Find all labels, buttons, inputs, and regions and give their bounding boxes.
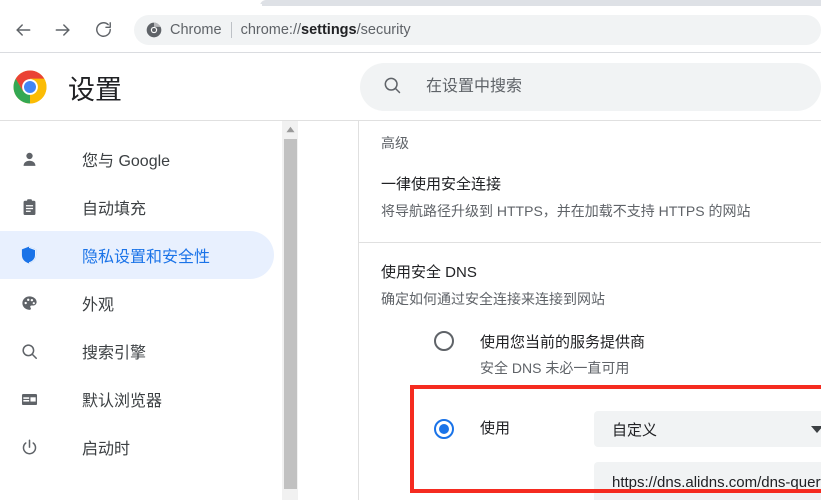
dns-provider-select-value: 自定义 [612, 421, 658, 439]
tab-strip-fill [260, 0, 821, 6]
url-strong-segment: settings [301, 21, 357, 38]
sidebar-item-default-browser[interactable]: 默认浏览器 [0, 375, 274, 423]
sidebar-item-label: 隐私设置和安全性 [82, 249, 211, 266]
scrollbar-thumb[interactable] [284, 139, 297, 489]
dns-custom-prefix-label: 使用 [480, 420, 511, 437]
sidebar-item-autofill[interactable]: 自动填充 [0, 183, 274, 231]
chrome-chip-label: Chrome [170, 21, 222, 38]
sidebar-scrollbar[interactable] [282, 121, 298, 500]
sidebar-item-you-and-google[interactable]: 您与 Google [0, 135, 274, 183]
scroll-up-arrow-icon[interactable] [283, 121, 298, 137]
omnibox-divider [230, 21, 232, 38]
address-bar[interactable]: Chrome chrome://settings/security [134, 14, 821, 45]
sidebar-item-on-startup[interactable]: 启动时 [0, 423, 274, 471]
sidebar-item-label: 外观 [82, 297, 115, 314]
dns-option-custom[interactable]: 使用 自定义 https://dns.alidns.com/dns-query [434, 411, 821, 500]
search-input[interactable] [424, 77, 758, 97]
secure-dns-subtitle: 确定如何通过安全连接来连接到网站 [381, 291, 605, 307]
search-icon [382, 75, 402, 100]
page-title: 设置 [68, 74, 122, 105]
url-suffix: /security [356, 21, 411, 38]
sidebar-item-privacy-and-security[interactable]: 隐私设置和安全性 [0, 231, 274, 279]
search-icon [19, 341, 39, 361]
back-button[interactable] [6, 13, 40, 47]
power-icon [19, 437, 39, 457]
https-only-title: 一律使用安全连接 [381, 176, 502, 193]
security-settings-pane: 高级 一律使用安全连接 将导航路径升级到 HTTPS，并在加载不支持 HTTPS… [359, 121, 821, 500]
row-divider [359, 242, 821, 243]
sidebar-item-label: 默认浏览器 [82, 393, 163, 410]
secure-dns-row: 使用安全 DNS 确定如何通过安全连接来连接到网站 [359, 261, 821, 309]
radio-custom-provider[interactable] [434, 419, 454, 439]
url-prefix: chrome:// [240, 21, 302, 38]
reload-icon [94, 20, 113, 39]
browser-toolbar: Chrome chrome://settings/security [0, 7, 821, 53]
person-icon [19, 149, 39, 169]
sidebar-item-label: 搜索引擎 [82, 345, 147, 362]
shield-icon [19, 245, 39, 265]
https-only-subtitle: 将导航路径升级到 HTTPS，并在加载不支持 HTTPS 的网站 [381, 203, 751, 219]
dns-option-current-provider[interactable]: 使用您当前的服务提供商 安全 DNS 未必一直可用 [434, 331, 645, 378]
chrome-logo-icon [12, 69, 48, 105]
https-only-row[interactable]: 一律使用安全连接 将导航路径升级到 HTTPS，并在加载不支持 HTTPS 的网… [359, 173, 821, 221]
sidebar-item-label: 您与 Google [82, 153, 171, 170]
dns-provider-select[interactable]: 自定义 [594, 411, 821, 447]
address-bar-url: chrome://settings/security [241, 22, 411, 38]
dns-current-provider-label: 使用您当前的服务提供商 [480, 334, 646, 351]
secure-dns-title: 使用安全 DNS [381, 264, 477, 281]
advanced-section-label: 高级 [381, 135, 409, 151]
settings-content: 您与 Google 自动填充 隐私设置和安全性 外观 搜索引擎 默认浏览器 启动… [0, 120, 821, 500]
radio-current-provider[interactable] [434, 331, 454, 351]
chrome-logo-icon [146, 22, 162, 38]
clipboard-icon [19, 197, 39, 217]
reload-button[interactable] [86, 13, 120, 47]
dns-custom-url-value: https://dns.alidns.com/dns-query [612, 473, 821, 491]
tab-strip [0, 0, 821, 7]
chrome-chip: Chrome [146, 21, 241, 38]
back-arrow-icon [13, 20, 33, 40]
sidebar-item-appearance[interactable]: 外观 [0, 279, 274, 327]
sidebar-item-search-engine[interactable]: 搜索引擎 [0, 327, 274, 375]
sidebar-item-label: 启动时 [82, 441, 131, 458]
settings-search-box[interactable] [360, 63, 821, 111]
forward-arrow-icon [53, 20, 73, 40]
chevron-down-icon [811, 425, 821, 433]
dns-custom-url-input[interactable]: https://dns.alidns.com/dns-query [594, 462, 821, 500]
forward-button[interactable] [46, 13, 80, 47]
settings-sidebar: 您与 Google 自动填充 隐私设置和安全性 外观 搜索引擎 默认浏览器 启动… [0, 121, 282, 500]
browser-window-icon [19, 389, 39, 409]
dns-current-provider-sublabel: 安全 DNS 未必一直可用 [480, 360, 630, 376]
sidebar-item-label: 自动填充 [82, 201, 147, 218]
settings-header: 设置 [0, 54, 821, 120]
palette-icon [19, 293, 39, 313]
